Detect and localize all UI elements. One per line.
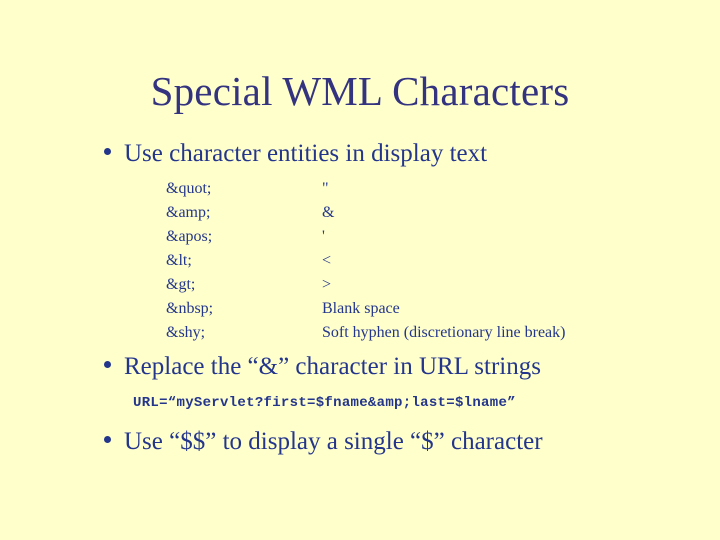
entity-name: &amp; bbox=[166, 204, 211, 221]
slide: Special WML Characters Use character ent… bbox=[0, 0, 720, 540]
bullet-label: Use character entities in display text bbox=[124, 140, 488, 167]
bullet-item-replace-ampersand: Replace the “&” character in URL strings bbox=[104, 352, 541, 382]
bullet-label: Replace the “&” character in URL strings bbox=[124, 353, 541, 380]
page-title: Special WML Characters bbox=[150, 68, 570, 114]
bullet-dot-icon bbox=[104, 148, 111, 155]
entity-character: ' bbox=[322, 228, 325, 245]
bullet-item-dollar-escape: Use “$$” to display a single “$” charact… bbox=[104, 427, 543, 457]
entity-name: &gt; bbox=[166, 276, 196, 293]
code-example-url: URL=“myServlet?first=$fname&amp;last=$ln… bbox=[133, 395, 516, 411]
entity-reference-table: &quot; " &amp; & &apos; ' &lt; < &gt; > … bbox=[166, 177, 642, 345]
entity-character: > bbox=[322, 276, 332, 293]
table-row: &nbsp; Blank space bbox=[166, 297, 642, 321]
bullet-item-use-character-entities: Use character entities in display text bbox=[104, 139, 487, 169]
entity-character: < bbox=[322, 252, 332, 269]
table-row: &gt; > bbox=[166, 273, 642, 297]
entity-character: " bbox=[322, 180, 329, 197]
entity-name: &shy; bbox=[166, 324, 206, 341]
entity-name: &lt; bbox=[166, 252, 192, 269]
entity-character: Blank space bbox=[322, 300, 400, 317]
entity-character: & bbox=[322, 204, 335, 221]
entity-name: &apos; bbox=[166, 228, 213, 245]
table-row: &quot; " bbox=[166, 177, 642, 201]
entity-character: Soft hyphen (discretionary line break) bbox=[322, 324, 566, 341]
table-row: &amp; & bbox=[166, 201, 642, 225]
entity-name: &nbsp; bbox=[166, 300, 214, 317]
bullet-dot-icon bbox=[104, 361, 111, 368]
table-row: &shy; Soft hyphen (discretionary line br… bbox=[166, 321, 642, 345]
entity-name: &quot; bbox=[166, 180, 212, 197]
table-row: &lt; < bbox=[166, 249, 642, 273]
bullet-label: Use “$$” to display a single “$” charact… bbox=[124, 428, 543, 455]
bullet-dot-icon bbox=[104, 436, 111, 443]
table-row: &apos; ' bbox=[166, 225, 642, 249]
